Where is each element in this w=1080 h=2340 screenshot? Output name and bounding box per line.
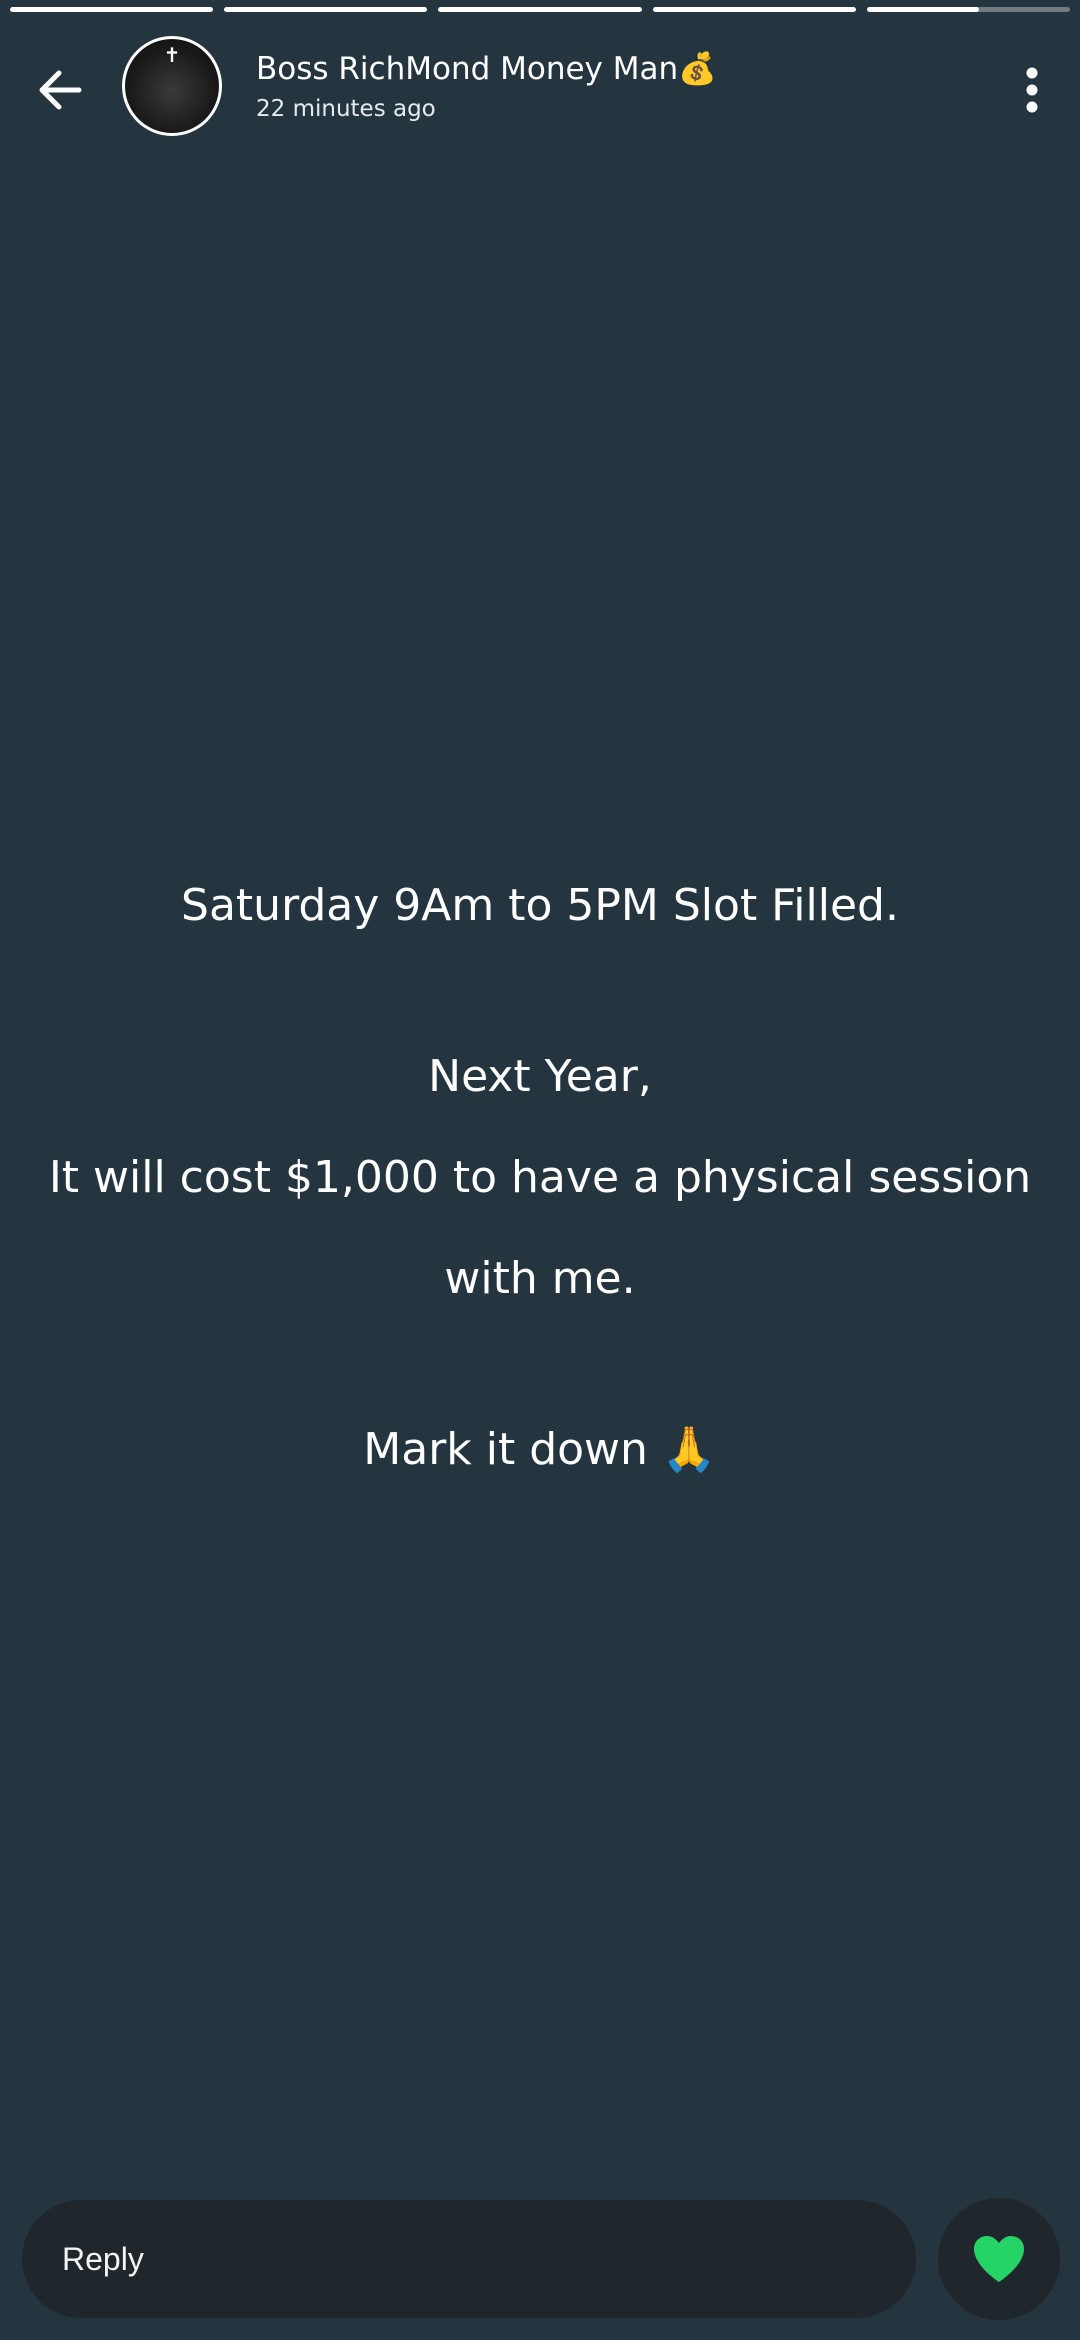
like-button[interactable]	[938, 2198, 1060, 2320]
contact-name[interactable]: Boss RichMond Money Man💰	[256, 50, 717, 87]
reply-placeholder: Reply	[62, 2240, 144, 2277]
progress-segment	[866, 7, 1071, 12]
story-line: It will cost $1,000 to have a physical s…	[48, 1152, 1032, 1203]
cross-icon: ✝	[163, 43, 181, 67]
avatar[interactable]: ✝	[122, 36, 222, 136]
progress-segment	[10, 7, 214, 12]
story-text: Saturday 9Am to 5PM Slot Filled. Next Ye…	[40, 855, 1040, 1500]
progress-segment	[652, 7, 856, 12]
more-vertical-icon	[1026, 67, 1038, 113]
heart-icon	[974, 2236, 1024, 2282]
story-line: Mark it down 🙏	[363, 1424, 717, 1475]
progress-segment	[224, 7, 428, 12]
story-line: Saturday 9Am to 5PM Slot Filled.	[181, 880, 899, 931]
story-progress-bar	[10, 7, 1071, 12]
arrow-left-icon	[39, 70, 82, 110]
story-line: with me.	[444, 1253, 636, 1304]
story-header: ✝ Boss RichMond Money Man💰 22 minutes ag…	[0, 30, 1080, 145]
story-line: Next Year,	[428, 1051, 652, 1102]
progress-segment	[438, 7, 642, 12]
reply-input[interactable]: Reply	[22, 2200, 916, 2318]
back-button[interactable]	[30, 60, 90, 120]
status-timestamp: 22 minutes ago	[256, 96, 436, 122]
more-options-button[interactable]	[1002, 55, 1062, 125]
